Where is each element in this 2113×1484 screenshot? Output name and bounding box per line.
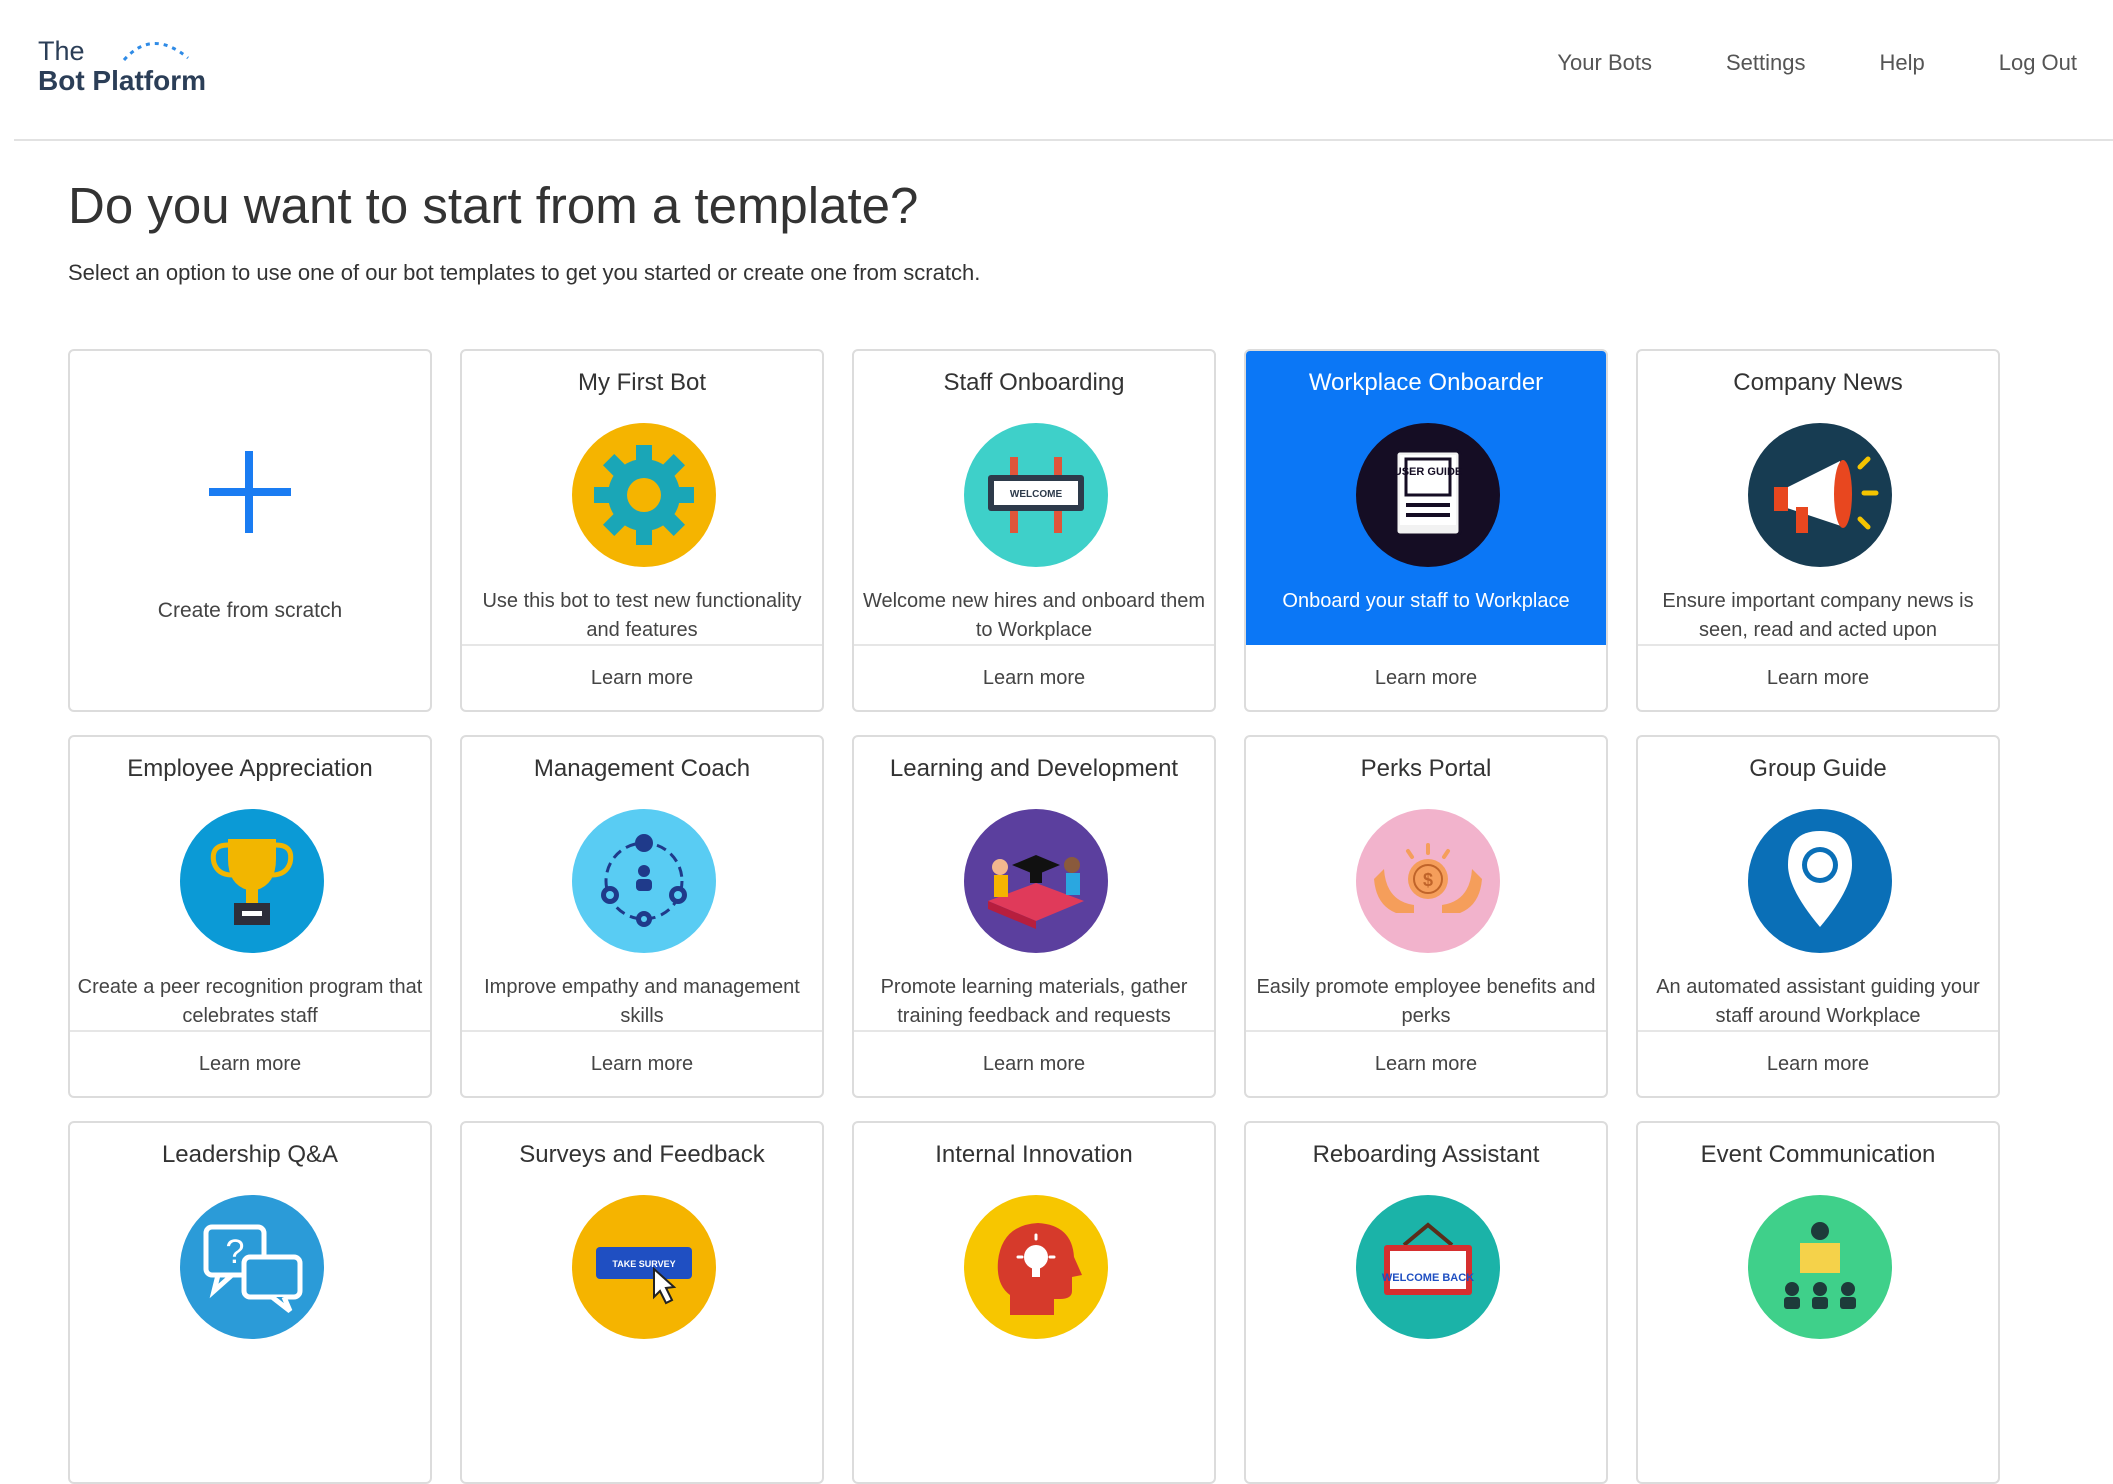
top-header: The Bot Platform Your Bots Settings Help… [0,0,2113,141]
template-title: Reboarding Assistant [1312,1141,1540,1168]
card-divider [1638,1030,1998,1032]
welcome-back-icon: WELCOME BACK [1356,1195,1500,1339]
card-divider [70,1030,430,1032]
template-title: Perks Portal [1360,755,1492,782]
nav-log-out[interactable]: Log Out [1999,50,2077,76]
template-title: My First Bot [577,369,706,396]
nav-your-bots[interactable]: Your Bots [1557,50,1652,76]
logo-arc-icon [122,42,189,61]
template-title: Leadership Q&A [161,1141,339,1168]
template-title: Surveys and Feedback [519,1141,765,1168]
bot-platform-logo[interactable]: The Bot Platform [38,34,238,104]
template-card-employee-appreciation[interactable]: Employee Appreciation Create a peer reco… [68,735,432,1098]
welcome-sign-icon: WELCOME [964,423,1108,567]
page-title: Do you want to start from a template? [68,177,919,234]
presenter-audience-icon [1748,1195,1892,1339]
graduation-book-icon [964,809,1108,953]
gear-icon [572,423,716,567]
learn-more-link[interactable]: Learn more [70,1053,430,1076]
logo-line2: Bot Platform [38,65,206,96]
template-card-workplace-onboarder[interactable]: Workplace Onboarder USER GUIDE Onboard y… [1244,349,1608,712]
card-divider [854,644,1214,646]
idea-head-icon [964,1195,1108,1339]
template-card-learning-and-development[interactable]: Learning and Development Promote learnin… [852,735,1216,1098]
svg-text:$: $ [1423,870,1433,890]
template-description: Welcome new hires and onboard them to Wo… [862,590,1206,641]
template-title: Staff Onboarding [943,369,1125,396]
learn-more-link[interactable]: Learn more [462,1053,822,1076]
template-title: Management Coach [533,755,751,782]
logo-line1: The [38,36,85,66]
template-description: Onboard your staff to Workplace [1282,590,1570,612]
learn-more-link[interactable]: Learn more [462,667,822,690]
user-guide-icon: USER GUIDE [1356,423,1500,567]
hands-coin-icon: $ [1356,809,1500,953]
template-card-leadership-qa[interactable]: Leadership Q&A ? [68,1121,432,1484]
nav-help[interactable]: Help [1879,50,1924,76]
header-divider [14,139,2113,141]
question-chat-icon: ? [180,1195,324,1339]
page-subtitle: Select an option to use one of our bot t… [68,260,981,285]
user-guide-text: USER GUIDE [1394,466,1462,478]
template-card-internal-innovation[interactable]: Internal Innovation [852,1121,1216,1484]
card-divider [854,1030,1214,1032]
plus-icon [70,447,430,542]
learn-more-link[interactable]: Learn more [854,1053,1214,1076]
template-description: Use this bot to test new functionality a… [482,590,802,641]
card-divider [1246,1030,1606,1032]
template-card-my-first-bot[interactable]: My First Bot Use this bot to test new fu… [460,349,824,712]
template-card-reboarding-assistant[interactable]: Reboarding Assistant WELCOME BACK [1244,1121,1608,1484]
learn-more-link[interactable]: Learn more [1638,667,1998,690]
template-description: An automated assistant guiding your staf… [1656,976,1980,1027]
template-description: Promote learning materials, gather train… [880,976,1188,1027]
template-card-staff-onboarding[interactable]: Staff Onboarding WELCOME Welcome new hir… [852,349,1216,712]
template-description: Improve empathy and management skills [484,976,800,1027]
template-description: Ensure important company news is seen, r… [1662,590,1974,641]
learn-more-link[interactable]: Learn more [1246,1053,1606,1076]
card-divider [1638,644,1998,646]
take-survey-icon: TAKE SURVEY [572,1195,716,1339]
template-card-company-news[interactable]: Company News Ensure important company ne… [1636,349,2000,712]
nav-settings[interactable]: Settings [1726,50,1806,76]
template-card-surveys-and-feedback[interactable]: Surveys and Feedback TAKE SURVEY [460,1121,824,1484]
megaphone-icon [1748,423,1892,567]
card-divider [462,1030,822,1032]
template-card-event-communication[interactable]: Event Communication [1636,1121,2000,1484]
template-title: Employee Appreciation [127,755,373,782]
template-card-perks-portal[interactable]: Perks Portal $ Easily promote employee b… [1244,735,1608,1098]
template-description: Easily promote employee benefits and per… [1256,976,1596,1027]
learn-more-link[interactable]: Learn more [1246,667,1606,690]
template-title: Company News [1733,369,1903,396]
card-divider [462,644,822,646]
map-pin-icon [1748,809,1892,953]
team-network-icon [572,809,716,953]
welcome-back-text: WELCOME BACK [1382,1272,1474,1284]
create-from-scratch-label: Create from scratch [157,599,343,622]
top-nav: Your Bots Settings Help Log Out [1483,50,2077,76]
template-title: Learning and Development [889,755,1179,782]
template-title: Group Guide [1749,755,1887,782]
template-card-group-guide[interactable]: Group Guide An automated assistant guidi… [1636,735,2000,1098]
learn-more-link[interactable]: Learn more [1638,1053,1998,1076]
learn-more-link[interactable]: Learn more [854,667,1214,690]
take-survey-text: TAKE SURVEY [612,1259,675,1269]
template-title: Event Communication [1700,1141,1936,1168]
template-title: Workplace Onboarder [1308,369,1544,396]
create-from-scratch-card[interactable]: Create from scratch [68,349,432,712]
template-title: Internal Innovation [935,1141,1133,1168]
welcome-sign-text: WELCOME [1010,489,1063,500]
template-card-management-coach[interactable]: Management Coach Improve empathy and man… [460,735,824,1098]
trophy-icon [180,809,324,953]
template-description: Create a peer recognition program that c… [77,976,423,1027]
